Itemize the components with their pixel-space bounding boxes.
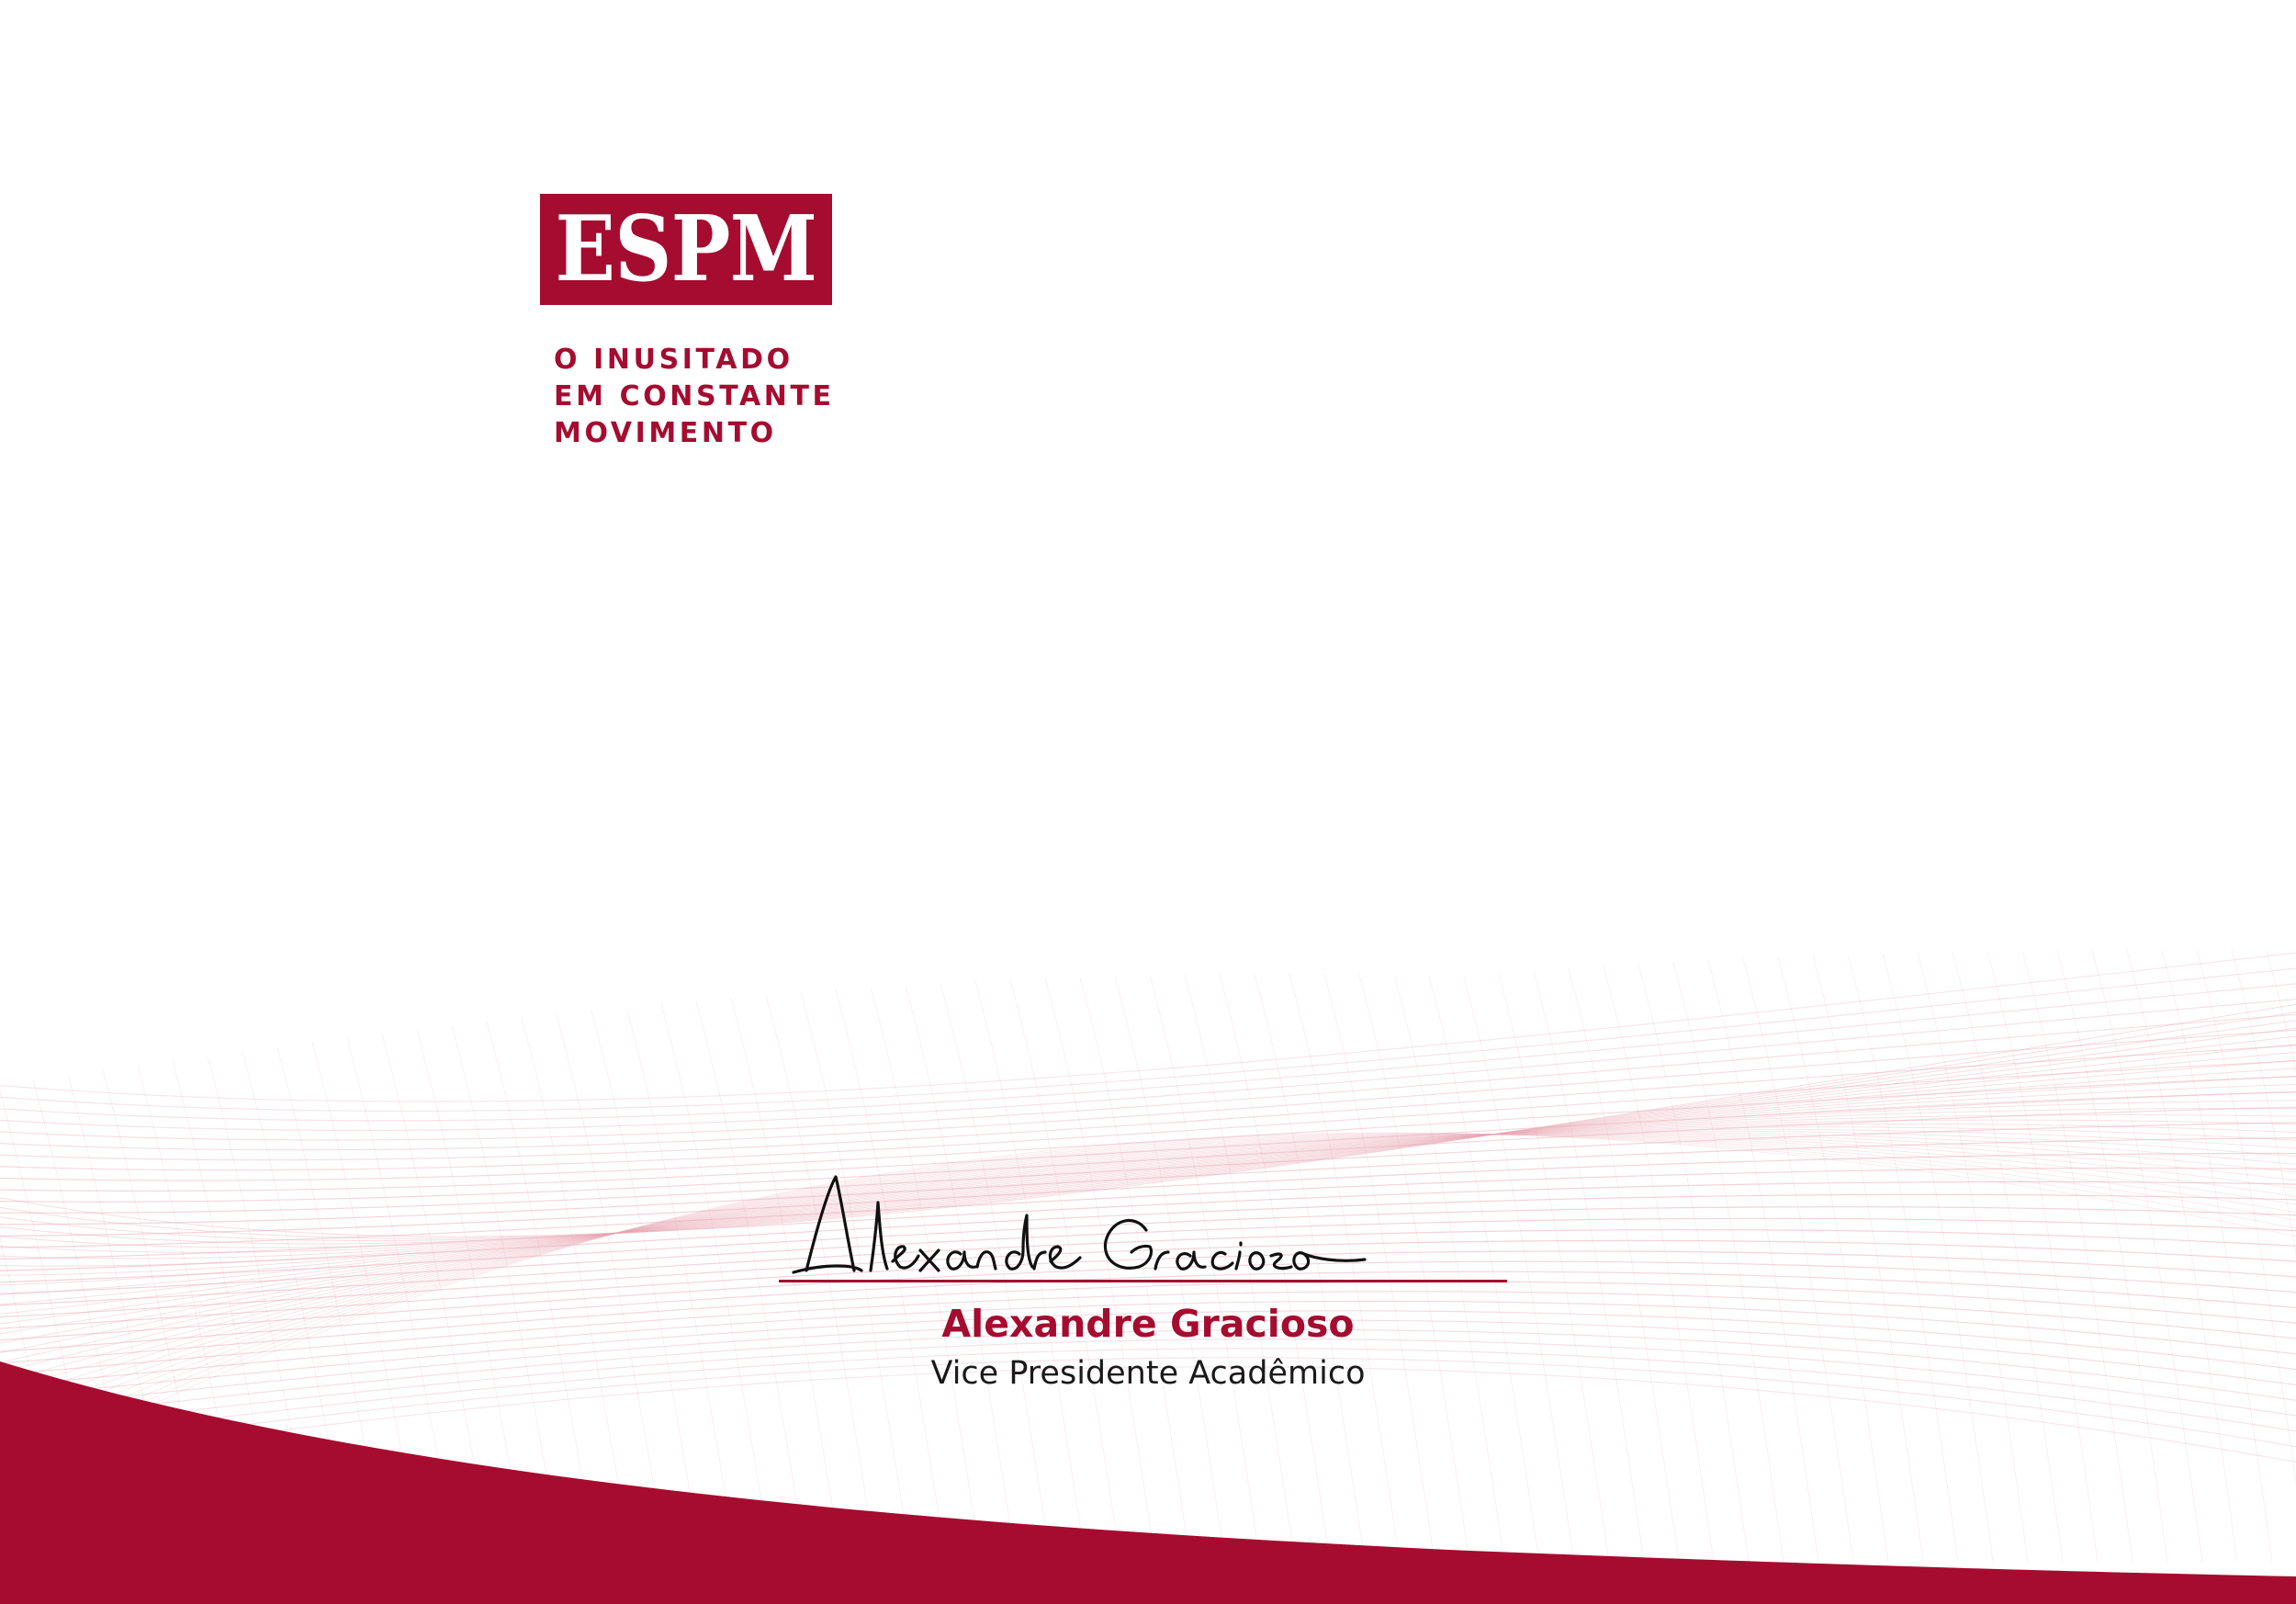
signer-title: Vice Presidente Acadêmico: [930, 1355, 1366, 1392]
tagline-line: O INUSITADO: [554, 344, 793, 376]
signer-name: Alexandre Gracioso: [941, 1302, 1355, 1346]
espm-logo: ESPM: [540, 194, 832, 305]
tagline-line: MOVIMENTO: [554, 417, 777, 449]
handwritten-signature: [792, 1175, 1367, 1274]
signature-line: [779, 1280, 1507, 1282]
brand-tagline: O INUSITADO EM CONSTANTE MOVIMENTO: [554, 342, 848, 452]
tagline-line: EM CONSTANTE: [554, 380, 835, 412]
logo-text: ESPM: [555, 196, 818, 302]
